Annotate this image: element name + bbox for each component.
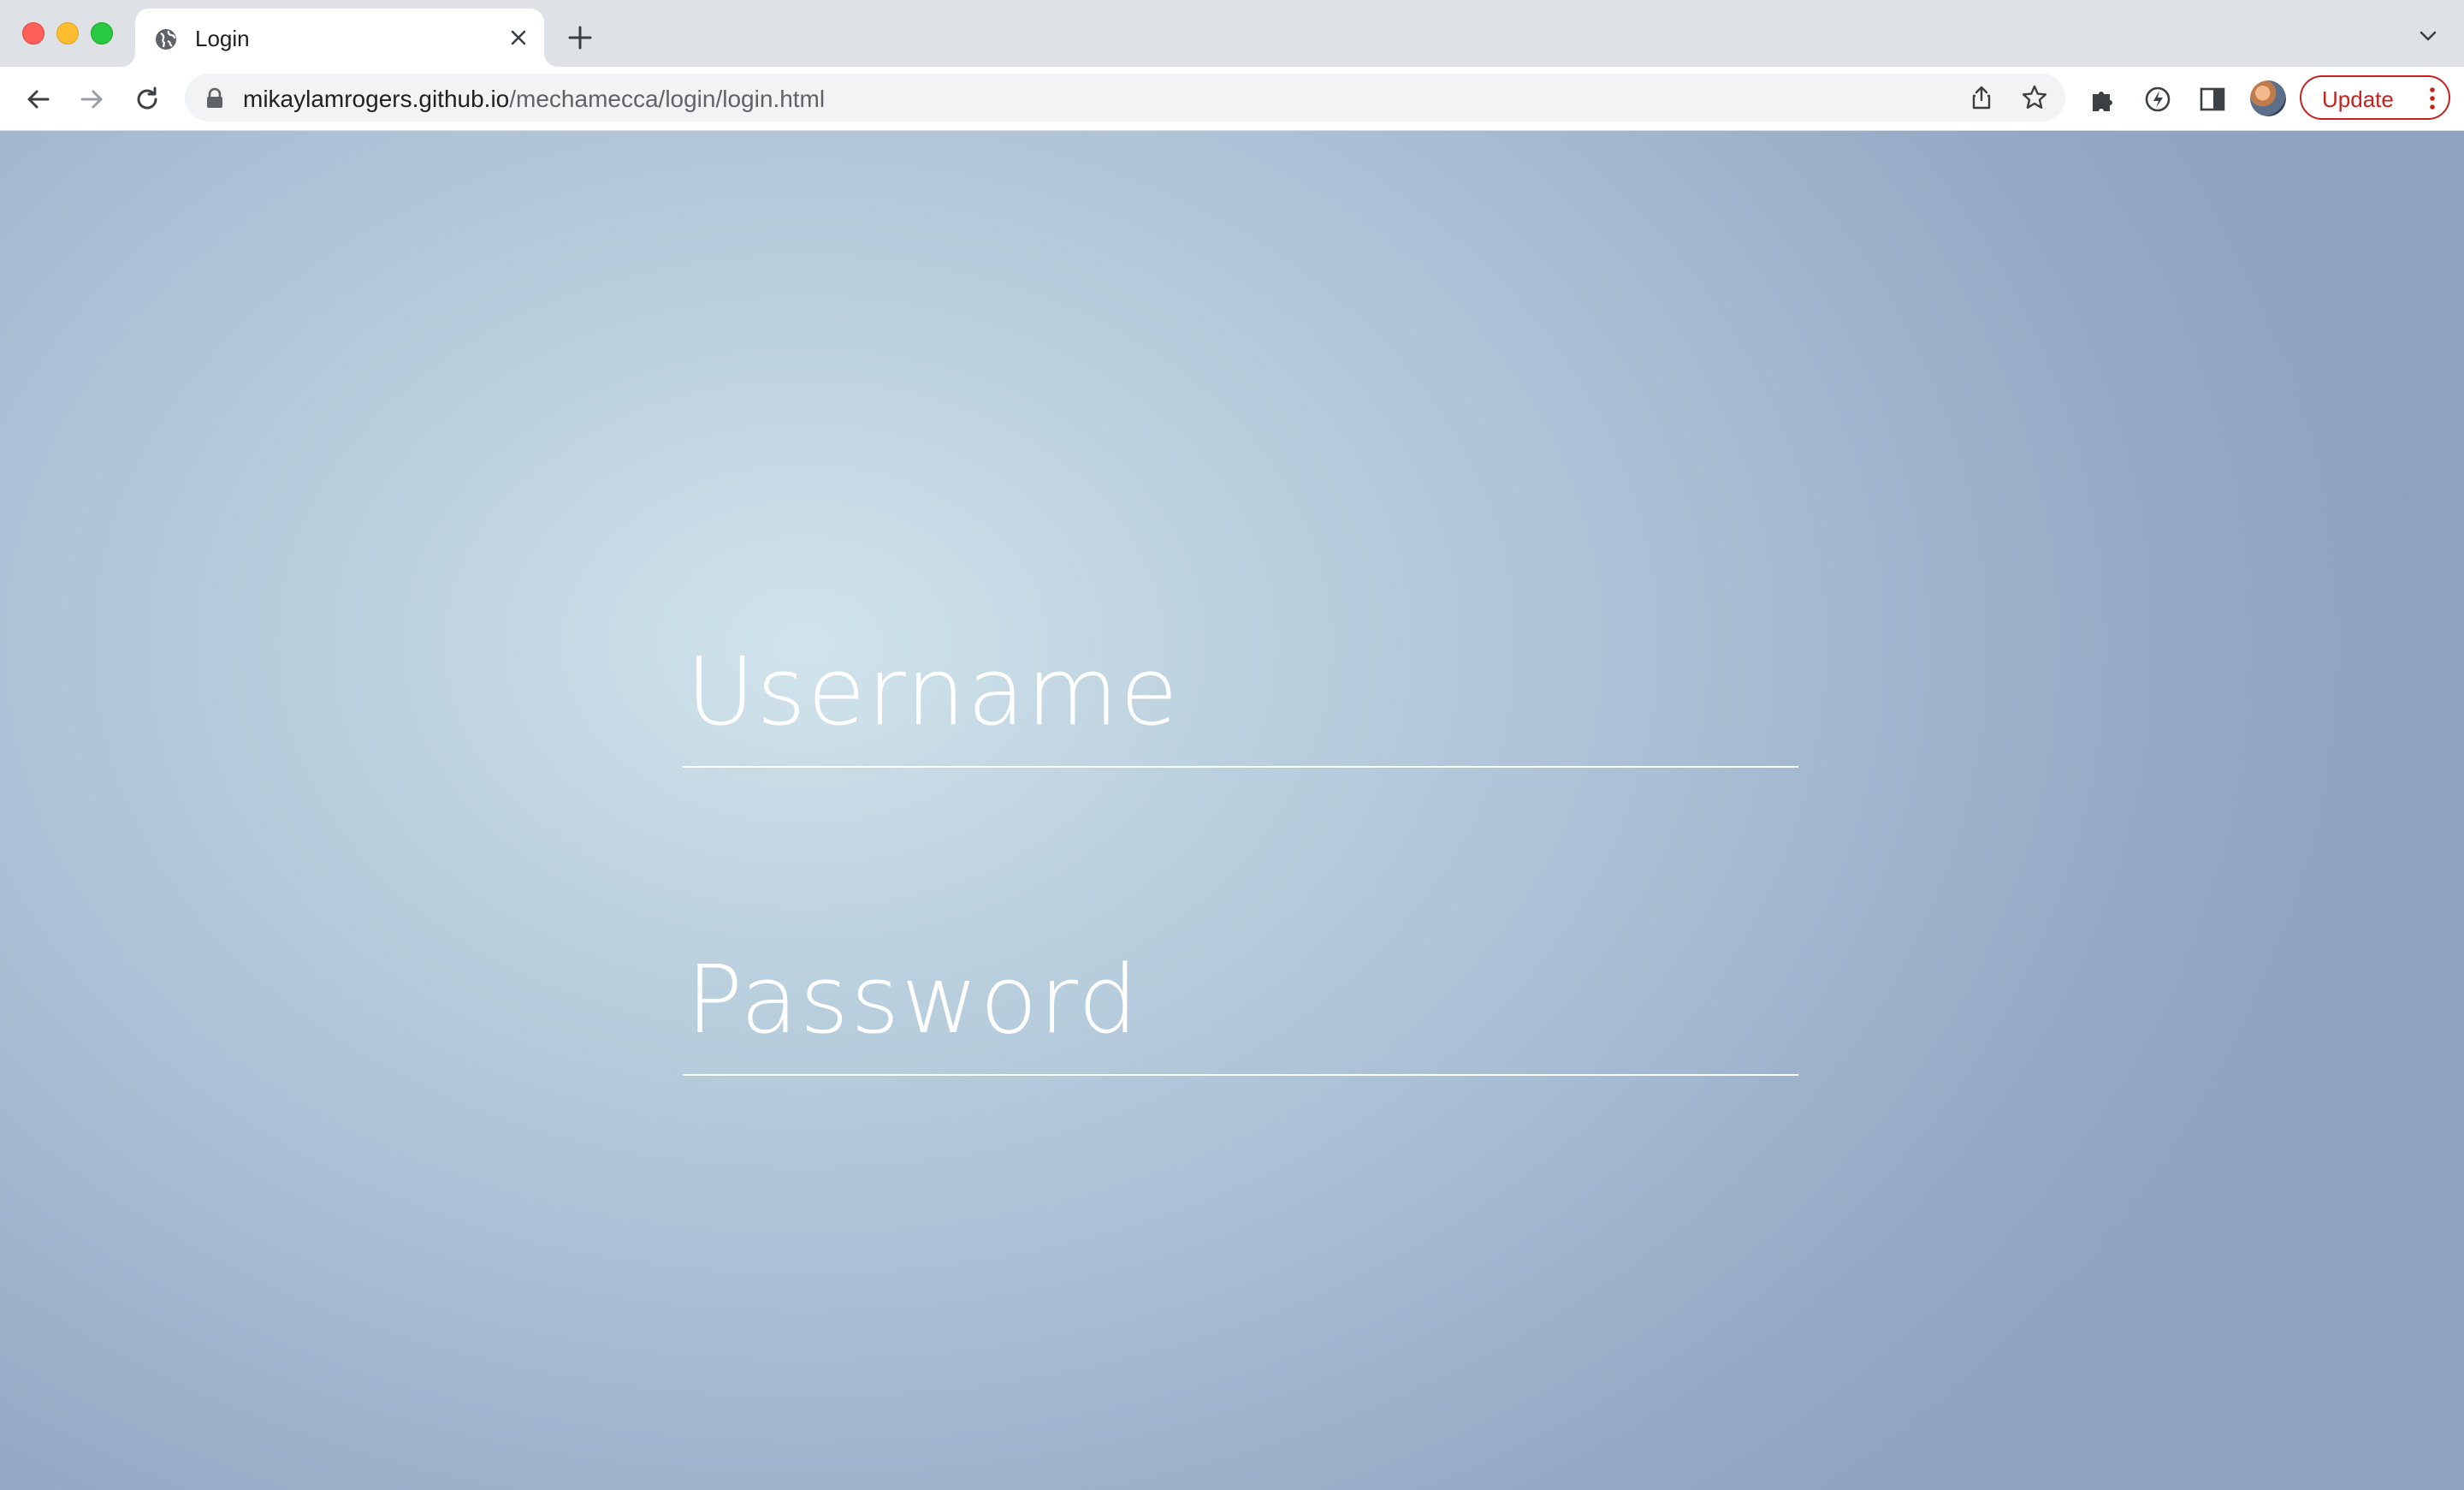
tab-strip: Login	[0, 0, 2464, 67]
browser-window: Login mikaylamrogers.github.io/mechamecc…	[0, 0, 2464, 1490]
tab-login[interactable]: Login	[135, 9, 544, 67]
login-page	[0, 131, 2464, 1490]
url-text: mikaylamrogers.github.io/mechamecca/logi…	[243, 86, 825, 113]
url-domain: mikaylamrogers.github.io	[243, 86, 510, 112]
url-path: /mechamecca/login/login.html	[509, 86, 826, 112]
update-button-label: Update	[2322, 86, 2394, 112]
username-field	[683, 632, 1798, 768]
side-panel-icon[interactable]	[2197, 84, 2228, 115]
browser-toolbar: mikaylamrogers.github.io/mechamecca/logi…	[0, 67, 2464, 131]
reload-icon[interactable]	[130, 82, 164, 116]
forward-arrow-icon[interactable]	[75, 82, 110, 116]
share-icon[interactable]	[1968, 84, 1995, 111]
back-arrow-icon[interactable]	[21, 82, 55, 116]
performance-icon[interactable]	[2142, 84, 2173, 115]
bookmark-star-icon[interactable]	[2021, 84, 2048, 111]
username-input[interactable]	[683, 632, 1798, 768]
password-input[interactable]	[683, 941, 1798, 1076]
password-field	[683, 941, 1798, 1076]
close-window-button[interactable]	[22, 22, 44, 45]
tab-title: Login	[195, 26, 250, 51]
update-button[interactable]: Update	[2300, 75, 2450, 120]
profile-avatar[interactable]	[2250, 80, 2286, 116]
minimize-window-button[interactable]	[56, 22, 79, 45]
globe-icon	[156, 29, 176, 50]
chevron-down-icon[interactable]	[2416, 24, 2440, 48]
maximize-window-button[interactable]	[91, 22, 113, 45]
close-tab-icon[interactable]	[505, 24, 532, 51]
new-tab-icon[interactable]	[565, 22, 595, 53]
extensions-puzzle-icon[interactable]	[2088, 84, 2118, 115]
address-bar[interactable]: mikaylamrogers.github.io/mechamecca/logi…	[185, 74, 2065, 122]
lock-icon[interactable]	[205, 87, 224, 110]
more-menu-icon[interactable]	[2428, 86, 2437, 111]
